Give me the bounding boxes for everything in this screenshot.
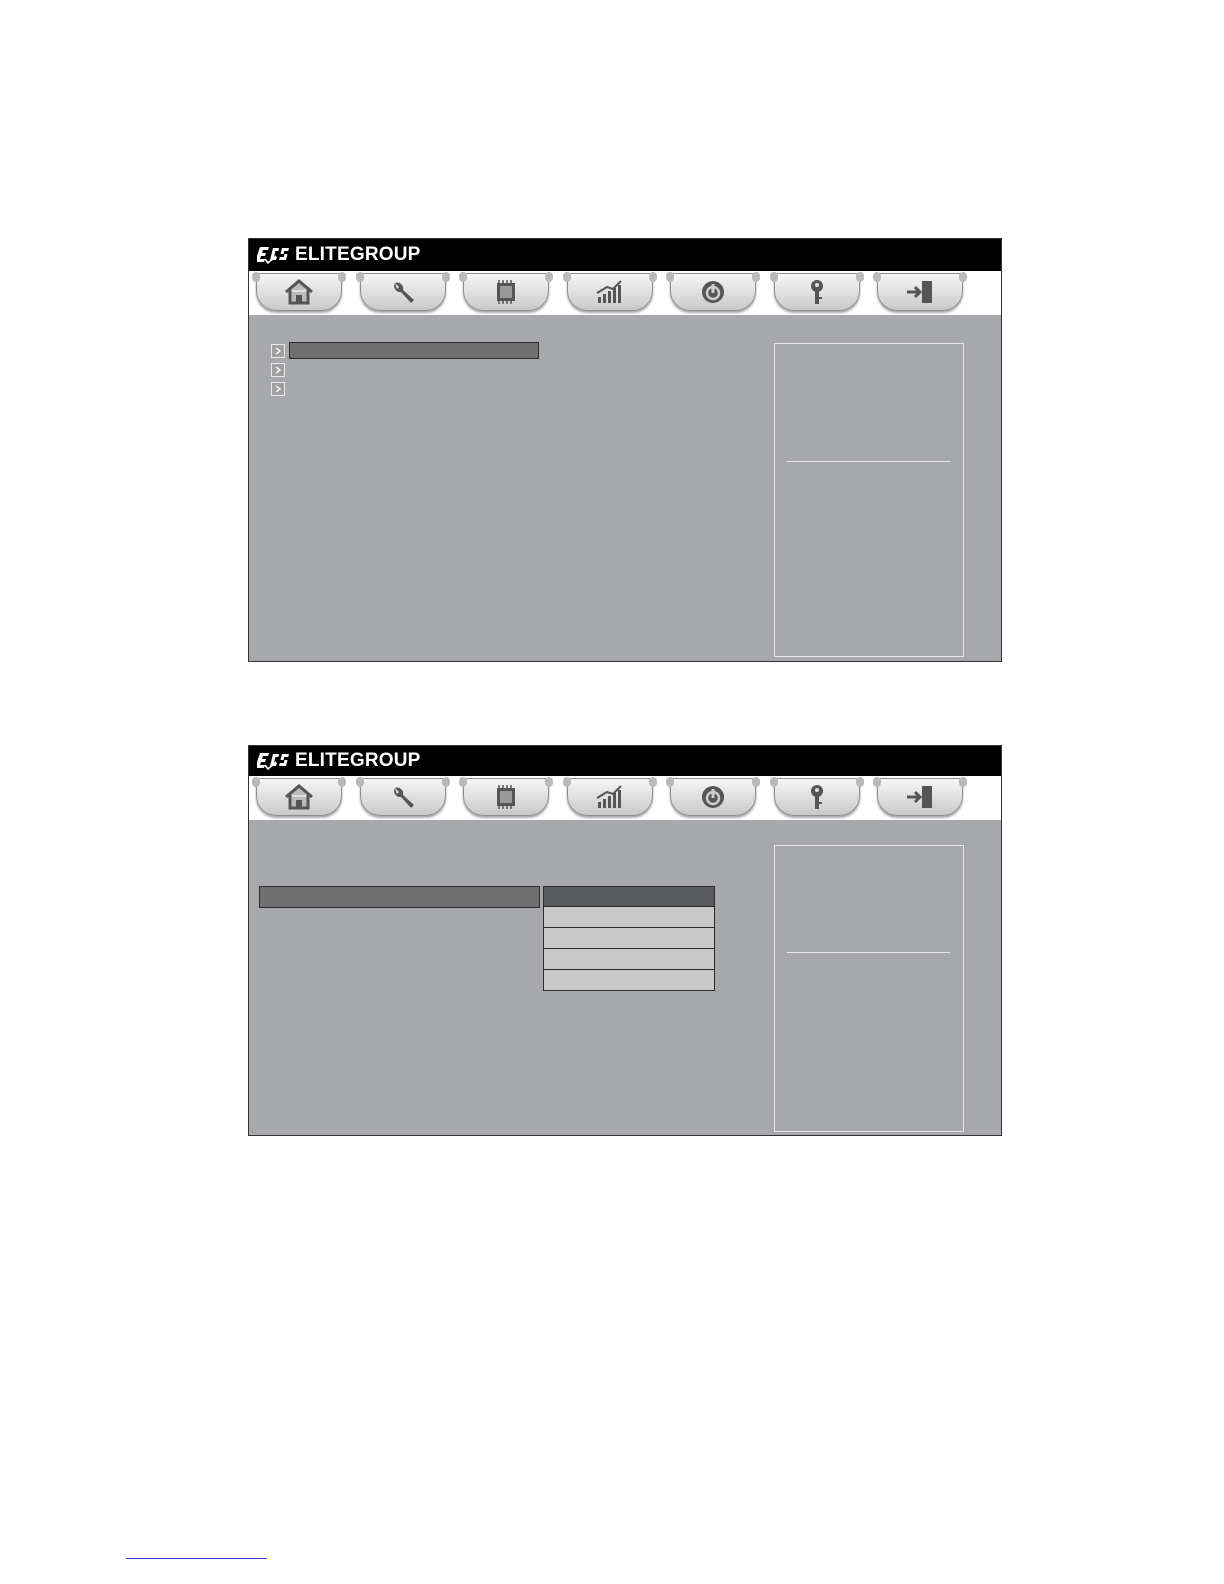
tab-security[interactable]: [770, 272, 864, 311]
chip-icon: [497, 280, 515, 304]
tab-main[interactable]: [252, 777, 346, 816]
tab-security[interactable]: [770, 777, 864, 816]
exit-door-icon: [907, 281, 932, 303]
option-dropdown: [543, 886, 715, 991]
brand-name: ELITEGROUP: [295, 244, 421, 265]
help-divider: [787, 952, 950, 953]
key-icon: [811, 280, 823, 304]
power-icon: [702, 786, 724, 808]
tab-bar: [249, 776, 1001, 820]
dropdown-option[interactable]: [544, 927, 714, 948]
submenu-arrow[interactable]: [271, 382, 285, 396]
ecs-logo-icon: [257, 750, 291, 772]
submenu-arrow[interactable]: [271, 363, 285, 377]
menu-item[interactable]: [289, 363, 539, 379]
tab-bar: [249, 271, 1001, 315]
menu-item[interactable]: [289, 382, 539, 398]
footer-link-underline[interactable]: [126, 1558, 267, 1559]
submenu-arrow[interactable]: [271, 344, 285, 358]
wrench-icon: [394, 787, 414, 808]
key-icon: [811, 785, 823, 809]
chevron-right-icon: [275, 347, 282, 355]
tab-advanced[interactable]: [356, 777, 450, 816]
tab-main[interactable]: [252, 272, 346, 311]
tab-performance[interactable]: [563, 272, 657, 311]
help-panel: [774, 343, 964, 657]
title-bar: ELITEGROUP: [249, 746, 1001, 776]
setting-item-selected[interactable]: [259, 886, 540, 908]
ecs-logo-icon: [257, 244, 291, 266]
bios-screen-main: ELITEGROUP: [248, 238, 1002, 662]
dropdown-option[interactable]: [544, 948, 714, 969]
power-icon: [702, 281, 724, 303]
tab-chipset[interactable]: [459, 777, 553, 816]
content-area: [249, 820, 1001, 1133]
dropdown-option-selected[interactable]: [544, 887, 714, 906]
menu-item-selected[interactable]: [289, 342, 539, 359]
chip-icon: [497, 785, 515, 809]
title-bar: ELITEGROUP: [249, 239, 1001, 271]
tab-exit[interactable]: [873, 777, 967, 816]
dropdown-option[interactable]: [544, 906, 714, 927]
help-panel: [774, 845, 964, 1132]
chevron-right-icon: [275, 366, 282, 374]
help-divider: [787, 461, 950, 462]
tab-exit[interactable]: [873, 272, 967, 311]
tab-advanced[interactable]: [356, 272, 450, 311]
exit-door-icon: [907, 786, 932, 808]
home-icon: [285, 784, 313, 810]
brand-name: ELITEGROUP: [295, 750, 421, 771]
dropdown-option[interactable]: [544, 969, 714, 990]
bios-screen-option-popup: ELITEGROUP: [248, 745, 1002, 1136]
chevron-right-icon: [275, 385, 282, 393]
performance-chart-icon: [596, 785, 622, 808]
wrench-icon: [394, 282, 414, 303]
tab-power[interactable]: [666, 777, 760, 816]
tab-power[interactable]: [666, 272, 760, 311]
tab-chipset[interactable]: [459, 272, 553, 311]
home-icon: [285, 279, 313, 305]
tab-performance[interactable]: [563, 777, 657, 816]
content-area: [249, 315, 1001, 661]
performance-chart-icon: [596, 280, 622, 303]
